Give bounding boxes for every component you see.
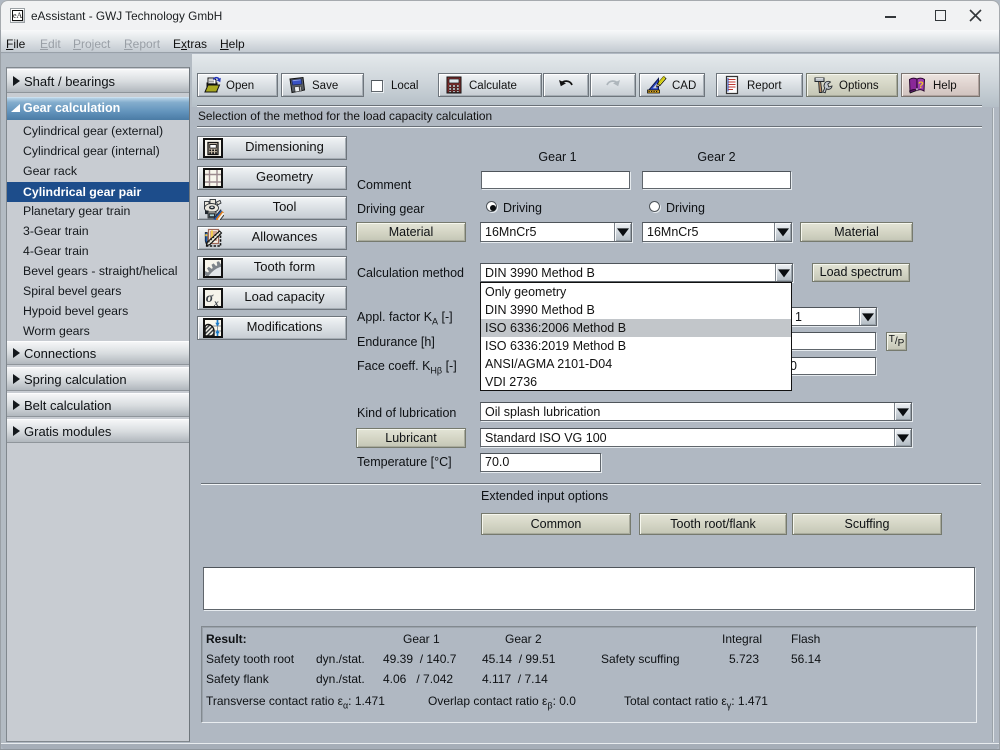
svg-text:x: x — [213, 299, 219, 308]
svg-text:?: ? — [918, 80, 924, 91]
svg-text:σ: σ — [206, 291, 214, 306]
